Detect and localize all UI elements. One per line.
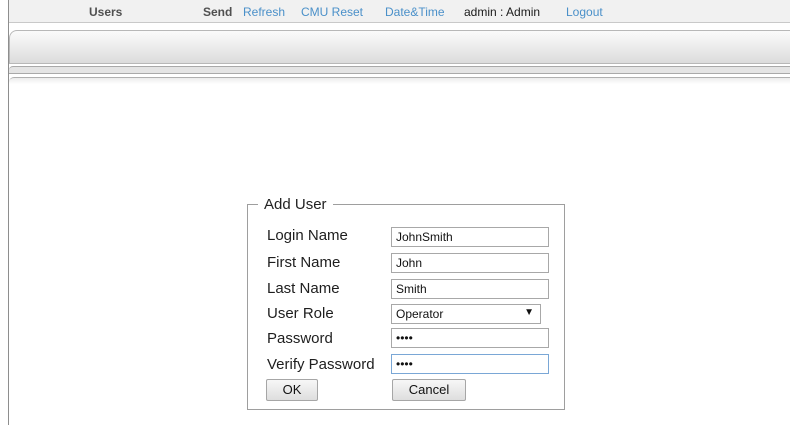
nav-users[interactable]: Users — [89, 5, 122, 19]
first-name-label: First Name — [267, 254, 341, 271]
first-name-input[interactable] — [391, 253, 549, 273]
last-name-input[interactable] — [391, 279, 549, 299]
nav-send[interactable]: Send — [203, 5, 232, 19]
login-name-label: Login Name — [267, 227, 348, 244]
user-role-select[interactable]: Operator ▼ — [391, 304, 541, 324]
add-user-legend: Add User — [264, 196, 327, 213]
toolbar-band — [9, 30, 790, 64]
verify-password-input[interactable] — [391, 354, 549, 374]
nav-logout[interactable]: Logout — [566, 5, 603, 19]
last-name-label: Last Name — [267, 280, 340, 297]
password-label: Password — [267, 330, 333, 347]
user-role-value: Operator — [396, 307, 444, 321]
nav-refresh[interactable]: Refresh — [243, 5, 285, 19]
divider-band — [9, 66, 790, 74]
content-top-edge — [9, 77, 790, 84]
nav-cmu-reset[interactable]: CMU Reset — [301, 5, 363, 19]
nav-date-time[interactable]: Date&Time — [385, 5, 445, 19]
user-role-label: User Role — [267, 305, 334, 322]
user-info: admin : Admin — [464, 5, 541, 19]
ok-button[interactable]: OK — [266, 379, 318, 401]
login-name-input[interactable] — [391, 227, 549, 247]
dropdown-arrow-icon: ▼ — [524, 307, 534, 318]
password-input[interactable] — [391, 328, 549, 348]
verify-password-label: Verify Password — [267, 356, 375, 373]
cancel-button[interactable]: Cancel — [392, 379, 466, 401]
